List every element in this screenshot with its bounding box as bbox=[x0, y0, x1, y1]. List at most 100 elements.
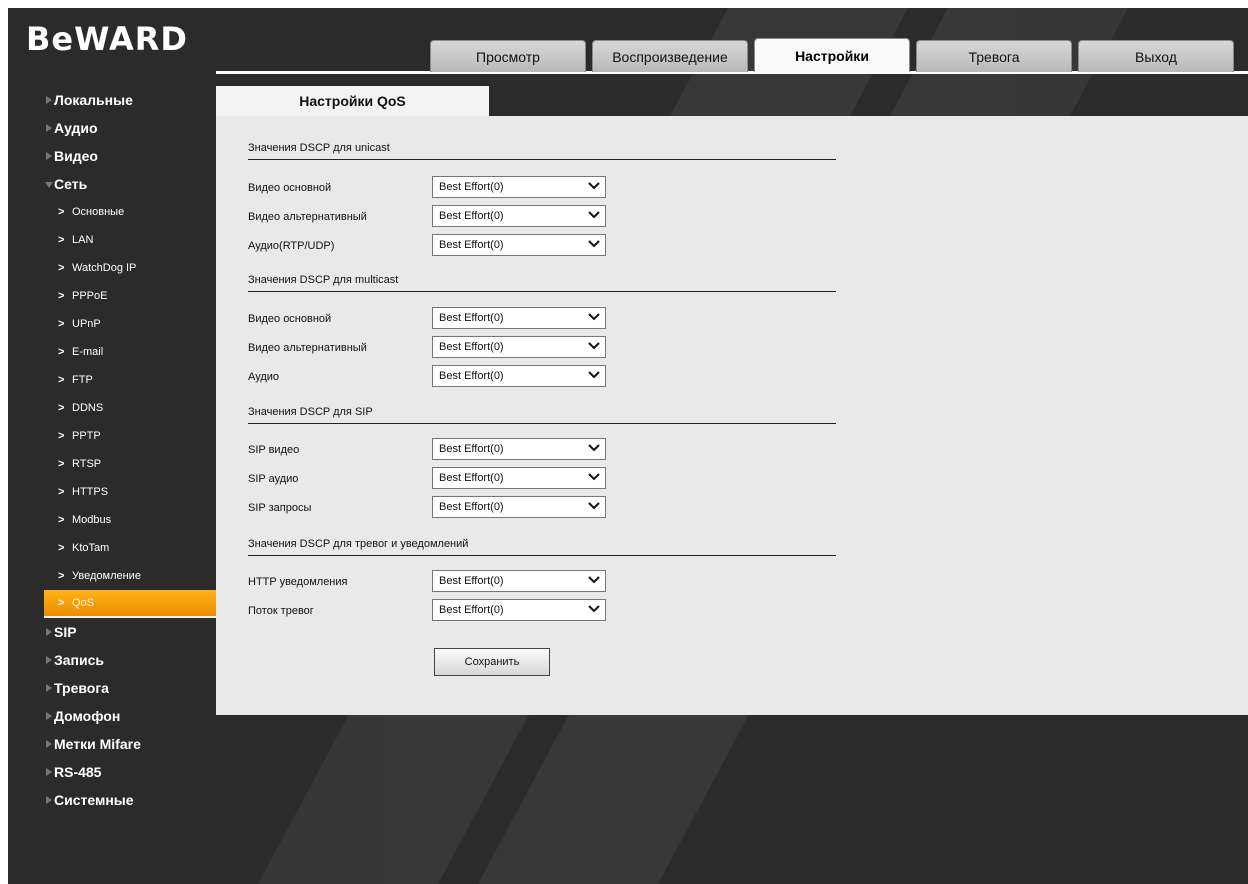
chevron-right-icon: > bbox=[58, 346, 65, 358]
sidebar-subitem-ddns[interactable]: > DDNS bbox=[8, 394, 216, 422]
select-value: Best Effort(0) bbox=[439, 604, 504, 616]
sidebar-subitem-label: LAN bbox=[72, 234, 94, 246]
unicast-audio-select[interactable]: Best Effort(0) bbox=[432, 234, 606, 256]
sidebar-subitem-upnp[interactable]: > UPnP bbox=[8, 310, 216, 338]
sidebar-item-audio[interactable]: Аудио bbox=[8, 114, 216, 142]
select-value: Best Effort(0) bbox=[439, 341, 504, 353]
save-button[interactable]: Сохранить bbox=[434, 648, 550, 676]
qos-settings-tab[interactable]: Настройки QoS bbox=[216, 86, 489, 116]
sidebar-item-sip[interactable]: SIP bbox=[8, 618, 216, 646]
sidebar-subitem-email[interactable]: > E-mail bbox=[8, 338, 216, 366]
alarm-stream-select[interactable]: Best Effort(0) bbox=[432, 599, 606, 621]
tab-exit[interactable]: Выход bbox=[1078, 40, 1234, 72]
field-label: SIP запросы bbox=[248, 502, 312, 514]
sidebar-item-video[interactable]: Видео bbox=[8, 142, 216, 170]
sidebar-subitem-lan[interactable]: > LAN bbox=[8, 226, 216, 254]
multicast-audio-select[interactable]: Best Effort(0) bbox=[432, 365, 606, 387]
sidebar-subitem-label: PPPoE bbox=[72, 290, 108, 302]
triangle-right-icon bbox=[46, 712, 52, 720]
unicast-video-alt-select[interactable]: Best Effort(0) bbox=[432, 205, 606, 227]
sidebar-item-local[interactable]: Локальные bbox=[8, 86, 216, 114]
sidebar-item-label: Домофон bbox=[54, 708, 121, 724]
sidebar-subitem-modbus[interactable]: > Modbus bbox=[8, 506, 216, 534]
sidebar-subitem-label: QoS bbox=[72, 597, 95, 609]
sip-requests-select[interactable]: Best Effort(0) bbox=[432, 496, 606, 518]
http-notification-select[interactable]: Best Effort(0) bbox=[432, 570, 606, 592]
chevron-right-icon: > bbox=[58, 290, 65, 302]
tab-playback[interactable]: Воспроизведение bbox=[592, 40, 748, 72]
chevron-down-icon bbox=[588, 444, 600, 452]
sidebar-item-mifare[interactable]: Метки Mifare bbox=[8, 730, 216, 758]
beward-logo: BeWARD bbox=[26, 20, 188, 58]
field-label: Аудио(RTP/UDP) bbox=[248, 240, 335, 252]
app-window: BeWARD Просмотр Воспроизведение Настройк… bbox=[8, 8, 1248, 884]
triangle-down-icon bbox=[45, 182, 53, 188]
chevron-right-icon: > bbox=[58, 234, 65, 246]
select-value: Best Effort(0) bbox=[439, 472, 504, 484]
field-label: SIP аудио bbox=[248, 473, 299, 485]
sidebar-subitem-pptp[interactable]: > PPTP bbox=[8, 422, 216, 450]
field-label: Видео основной bbox=[248, 313, 332, 325]
sidebar-subitem-qos[interactable]: > QoS bbox=[44, 590, 216, 618]
chevron-down-icon bbox=[588, 576, 600, 584]
chevron-down-icon bbox=[588, 211, 600, 219]
sidebar-subitem-label: DDNS bbox=[72, 402, 104, 414]
field-label: Поток тревог bbox=[248, 605, 314, 617]
section-title-sip: Значения DSCP для SIP bbox=[248, 406, 836, 424]
sidebar-subitem-ktotam[interactable]: > KtoTam bbox=[8, 534, 216, 562]
sidebar-subitem-notification[interactable]: > Уведомление bbox=[8, 562, 216, 590]
triangle-right-icon bbox=[46, 152, 52, 160]
select-value: Best Effort(0) bbox=[439, 312, 504, 324]
sidebar-item-label: Сеть bbox=[54, 176, 88, 192]
sidebar-item-network[interactable]: Сеть bbox=[8, 170, 216, 198]
sidebar-item-label: Запись bbox=[54, 652, 105, 668]
chevron-down-icon bbox=[588, 371, 600, 379]
sidebar-subitem-https[interactable]: > HTTPS bbox=[8, 478, 216, 506]
triangle-right-icon bbox=[46, 96, 52, 104]
sidebar-item-record[interactable]: Запись bbox=[8, 646, 216, 674]
tab-settings[interactable]: Настройки bbox=[754, 38, 910, 72]
chevron-down-icon bbox=[588, 313, 600, 321]
select-value: Best Effort(0) bbox=[439, 181, 504, 193]
sidebar-item-system[interactable]: Системные bbox=[8, 786, 216, 814]
triangle-right-icon bbox=[46, 740, 52, 748]
chevron-down-icon bbox=[588, 605, 600, 613]
select-value: Best Effort(0) bbox=[439, 575, 504, 587]
sidebar-subitem-label: Уведомление bbox=[72, 570, 141, 582]
sidebar-subitem-label: E-mail bbox=[72, 346, 104, 358]
section-title-unicast: Значения DSCP для unicast bbox=[248, 142, 836, 160]
sidebar-subitem-basic[interactable]: > Основные bbox=[8, 198, 216, 226]
triangle-right-icon bbox=[46, 796, 52, 804]
sidebar-item-label: SIP bbox=[54, 624, 77, 640]
multicast-video-alt-select[interactable]: Best Effort(0) bbox=[432, 336, 606, 358]
section-title-alarms: Значения DSCP для тревог и уведомлений bbox=[248, 538, 836, 556]
sidebar-subitem-rtsp[interactable]: > RTSP bbox=[8, 450, 216, 478]
unicast-video-main-select[interactable]: Best Effort(0) bbox=[432, 176, 606, 198]
triangle-right-icon bbox=[46, 768, 52, 776]
chevron-right-icon: > bbox=[58, 542, 65, 554]
sidebar-subitem-watchdog-ip[interactable]: > WatchDog IP bbox=[8, 254, 216, 282]
sidebar-subitem-label: KtoTam bbox=[72, 542, 110, 554]
tab-view[interactable]: Просмотр bbox=[430, 40, 586, 72]
sidebar-item-alarm[interactable]: Тревога bbox=[8, 674, 216, 702]
section-title-multicast: Значения DSCP для multicast bbox=[248, 274, 836, 292]
sip-video-select[interactable]: Best Effort(0) bbox=[432, 438, 606, 460]
chevron-down-icon bbox=[588, 240, 600, 248]
sidebar-subitem-ftp[interactable]: > FTP bbox=[8, 366, 216, 394]
sidebar-subitem-label: WatchDog IP bbox=[72, 262, 137, 274]
chevron-right-icon: > bbox=[58, 402, 65, 414]
tab-alarm[interactable]: Тревога bbox=[916, 40, 1072, 72]
sidebar-item-intercom[interactable]: Домофон bbox=[8, 702, 216, 730]
sidebar-subitem-label: PPTP bbox=[72, 430, 101, 442]
qos-settings-panel: Значения DSCP для unicast Видео основной… bbox=[216, 116, 1248, 715]
chevron-down-icon bbox=[588, 182, 600, 190]
field-label: HTTP уведомления bbox=[248, 576, 348, 588]
multicast-video-main-select[interactable]: Best Effort(0) bbox=[432, 307, 606, 329]
sidebar: Локальные Аудио Видео Сеть > Основные > LA… bbox=[8, 86, 216, 814]
select-value: Best Effort(0) bbox=[439, 210, 504, 222]
triangle-right-icon bbox=[46, 656, 52, 664]
field-label: Видео альтернативный bbox=[248, 342, 367, 354]
sidebar-subitem-pppoe[interactable]: > PPPoE bbox=[8, 282, 216, 310]
sip-audio-select[interactable]: Best Effort(0) bbox=[432, 467, 606, 489]
sidebar-item-rs485[interactable]: RS-485 bbox=[8, 758, 216, 786]
